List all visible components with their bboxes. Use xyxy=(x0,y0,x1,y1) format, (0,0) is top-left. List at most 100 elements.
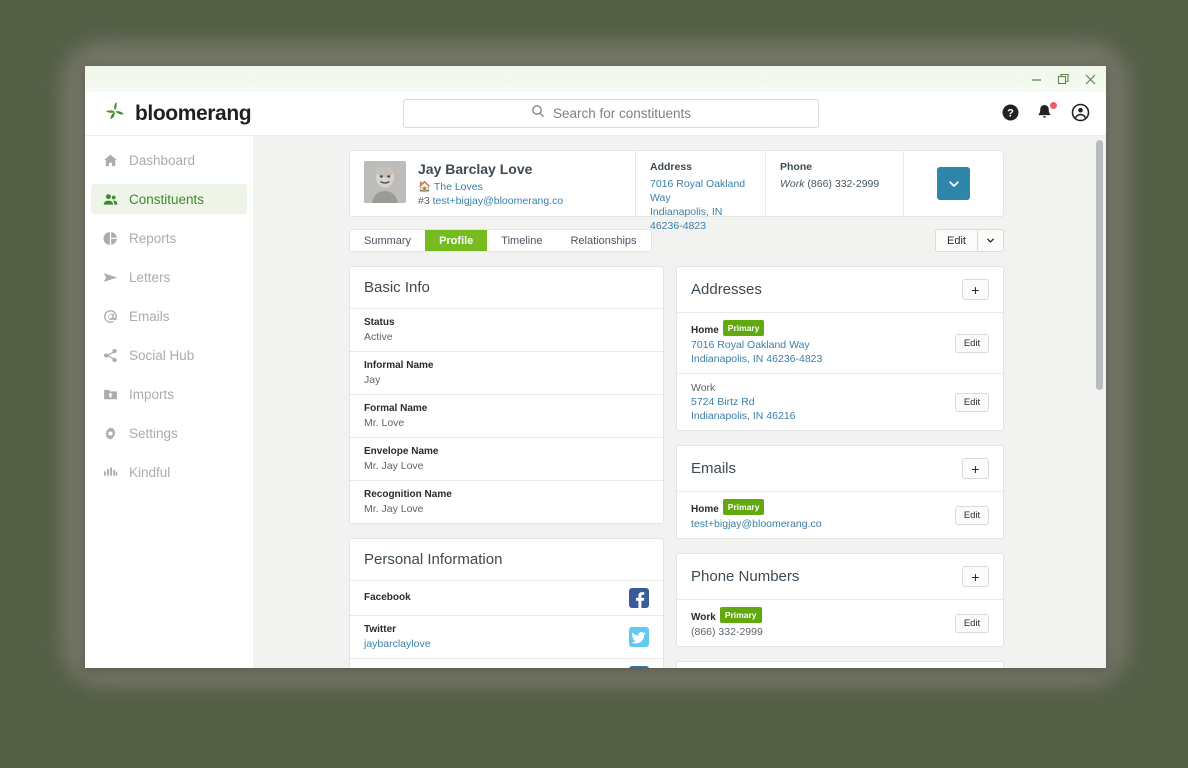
constituent-header-card: Jay Barclay Love 🏠 The Loves #3 test+big… xyxy=(349,150,1004,232)
add-address-button[interactable]: + xyxy=(962,279,989,300)
minimize-icon[interactable] xyxy=(1029,72,1043,86)
edit-address-button[interactable]: Edit xyxy=(955,333,989,353)
pie-chart-icon xyxy=(102,230,118,246)
tab-profile[interactable]: Profile xyxy=(425,230,488,251)
twitter-icon[interactable] xyxy=(629,627,649,647)
sidebar-item-social-hub[interactable]: Social Hub xyxy=(91,340,247,370)
card-title: Basic Info xyxy=(364,279,430,296)
sidebar-item-label: Kindful xyxy=(129,464,171,480)
edit-phone-button[interactable]: Edit xyxy=(955,613,989,633)
row-label: Informal Name xyxy=(364,360,434,371)
address-line-2[interactable]: Indianapolis, IN 46216 xyxy=(691,409,796,423)
add-email-button[interactable]: + xyxy=(962,458,989,479)
bloomerang-leaf-logo xyxy=(103,99,127,128)
header-dropdown-button[interactable] xyxy=(937,167,970,200)
sidebar-nav: Dashboard Constituents Reports Letters E… xyxy=(85,136,253,668)
personal-info-row: Facebook xyxy=(350,581,663,616)
basic-info-row: Envelope Name Mr. Jay Love xyxy=(350,438,663,481)
browser-window: bloomerang Search for constituents ? Das… xyxy=(85,66,1106,668)
phone-value: (866) 332-2999 xyxy=(691,626,763,638)
row-value[interactable]: jaybarclaylove xyxy=(364,637,431,651)
linkedin-icon[interactable] xyxy=(629,666,649,668)
right-column: Addresses + Home Primary 7016 Royal Oakla… xyxy=(676,266,1004,668)
row-label: Recognition Name xyxy=(364,489,452,500)
household-link[interactable]: 🏠 The Loves xyxy=(418,180,563,194)
add-phone-button[interactable]: + xyxy=(962,566,989,587)
personal-information-header: Personal Information xyxy=(350,539,663,581)
addresses-header: Addresses + xyxy=(677,267,1003,313)
profile-tabs: Summary Profile Timeline Relationships xyxy=(349,229,652,252)
edit-email-button[interactable]: Edit xyxy=(955,505,989,525)
phone-type-label: Work xyxy=(691,612,716,623)
chevron-down-icon[interactable] xyxy=(977,230,1003,251)
addresses-card: Addresses + Home Primary 7016 Royal Oakla… xyxy=(676,266,1004,431)
constituent-email-link[interactable]: test+bigjay@bloomerang.co xyxy=(433,195,564,207)
sidebar-item-emails[interactable]: Emails xyxy=(91,301,247,331)
tab-summary[interactable]: Summary xyxy=(350,230,425,251)
address-line-2[interactable]: Indianapolis, IN 46236-4823 xyxy=(650,205,751,233)
address-line-1[interactable]: 7016 Royal Oakland Way xyxy=(691,338,822,352)
search-placeholder: Search for constituents xyxy=(552,106,692,121)
vertical-scrollbar[interactable] xyxy=(1096,140,1103,390)
sidebar-item-label: Imports xyxy=(129,386,175,402)
account-icon[interactable] xyxy=(1071,103,1090,122)
folder-upload-icon xyxy=(102,386,118,402)
header-phone-block: Phone Work (866) 332-2999 xyxy=(766,151,904,216)
sidebar-item-letters[interactable]: Letters xyxy=(91,262,247,292)
sidebar-item-label: Dashboard xyxy=(129,152,196,168)
card-title: Personal Information xyxy=(364,551,503,568)
help-icon[interactable]: ? xyxy=(1001,103,1020,122)
restore-icon[interactable] xyxy=(1056,72,1070,86)
sidebar-item-settings[interactable]: Settings xyxy=(91,418,247,448)
sidebar-item-reports[interactable]: Reports xyxy=(91,223,247,253)
sidebar-item-kindful[interactable]: Kindful xyxy=(91,457,247,487)
content-inner: Jay Barclay Love 🏠 The Loves #3 test+big… xyxy=(349,150,1004,668)
emails-card: Emails + Home Primary test+bigjay@bloomer… xyxy=(676,445,1004,539)
email-type-label: Home xyxy=(691,504,719,515)
house-icon: 🏠 xyxy=(418,181,432,193)
sidebar-item-constituents[interactable]: Constituents xyxy=(91,184,247,214)
edit-button-label: Edit xyxy=(947,234,966,247)
main-content: Jay Barclay Love 🏠 The Loves #3 test+big… xyxy=(253,136,1106,668)
basic-info-row: Informal Name Jay xyxy=(350,352,663,395)
notification-badge xyxy=(1049,101,1058,110)
basic-info-row: Recognition Name Mr. Jay Love xyxy=(350,481,663,523)
notifications-bell-icon[interactable] xyxy=(1036,101,1058,122)
sidebar-item-dashboard[interactable]: Dashboard xyxy=(91,145,247,175)
svg-text:?: ? xyxy=(1007,108,1014,120)
row-value: Mr. Jay Love xyxy=(364,460,424,472)
phone-type: Work Primary xyxy=(691,607,763,625)
communication-preferences-header: Communication Preferences xyxy=(677,662,1003,668)
scroll-area: Jay Barclay Love 🏠 The Loves #3 test+big… xyxy=(253,136,1106,668)
row-label: Envelope Name xyxy=(364,446,439,457)
address-line-2[interactable]: Indianapolis, IN 46236-4823 xyxy=(691,352,822,366)
search-input[interactable]: Search for constituents xyxy=(403,99,819,128)
address-line-1[interactable]: 7016 Royal Oakland Way xyxy=(650,177,751,205)
tab-relationships[interactable]: Relationships xyxy=(556,230,650,251)
phone-number: (866) 332-2999 xyxy=(807,178,880,190)
email-type: Home Primary xyxy=(691,499,822,517)
phone-type: Work xyxy=(780,178,805,190)
brand-logo[interactable]: bloomerang xyxy=(85,99,253,128)
sidebar-item-label: Settings xyxy=(129,425,178,441)
close-icon[interactable] xyxy=(1083,72,1097,86)
edit-dropdown-button[interactable]: Edit xyxy=(935,229,1004,252)
row-value: Mr. Love xyxy=(364,417,405,429)
phone-numbers-header: Phone Numbers + xyxy=(677,554,1003,600)
edit-address-button[interactable]: Edit xyxy=(955,392,989,412)
sidebar-item-label: Constituents xyxy=(129,191,205,207)
email-row: Home Primary test+bigjay@bloomerang.co Ed… xyxy=(677,492,1003,538)
search-container: Search for constituents xyxy=(403,99,819,128)
row-label: Formal Name xyxy=(364,403,428,414)
address-line-1[interactable]: 5724 Birtz Rd xyxy=(691,395,796,409)
header-icon-group: ? xyxy=(1001,101,1090,122)
address-row: Work 5724 Birtz Rd Indianapolis, IN 4621… xyxy=(677,374,1003,430)
sidebar-item-label: Emails xyxy=(129,308,170,324)
email-value[interactable]: test+bigjay@bloomerang.co xyxy=(691,517,822,531)
tab-timeline[interactable]: Timeline xyxy=(487,230,556,251)
facebook-icon[interactable] xyxy=(629,588,649,608)
personal-info-row: LinkedIn xyxy=(350,659,663,668)
row-value: Active xyxy=(364,331,393,343)
sidebar-item-imports[interactable]: Imports xyxy=(91,379,247,409)
people-icon xyxy=(102,191,118,207)
